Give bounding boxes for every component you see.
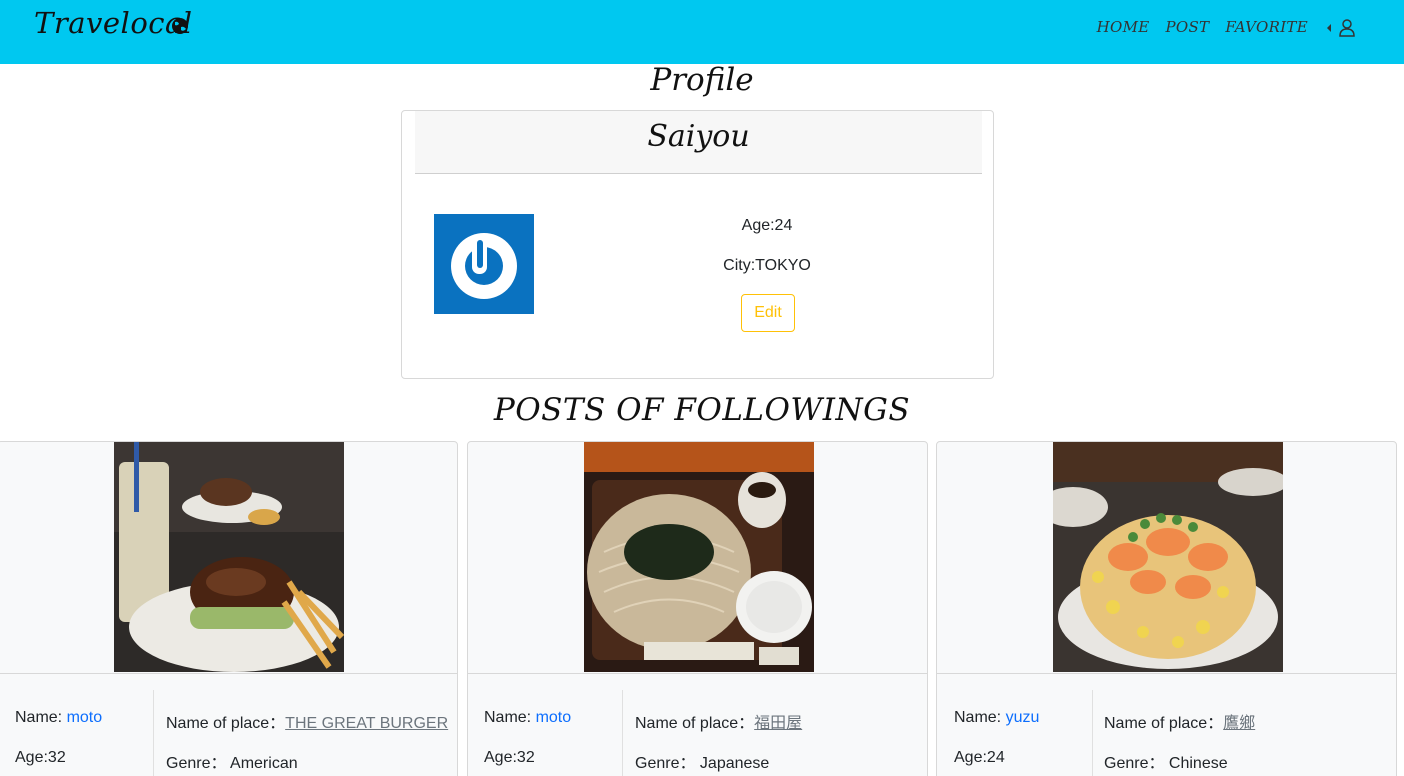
- section-title: POSTS OF FOLLOWINGS: [493, 392, 911, 428]
- post-place-label: Name of place：: [1104, 715, 1224, 732]
- burger-photo[interactable]: [114, 442, 344, 672]
- post-name-label: Name:: [484, 709, 536, 726]
- post-user: Name: moto: [15, 709, 102, 727]
- profile-info: Age:24 City:TOKYO: [667, 216, 867, 296]
- navbar: Travelocal HOME POST FAVORITE: [0, 0, 1404, 64]
- post-column-separator: [622, 690, 623, 776]
- post-column-separator: [153, 690, 154, 776]
- post-age: Age:32: [15, 749, 66, 766]
- profile-card: Saiyou Age:24 City:TOKYO Edit: [401, 110, 994, 379]
- post-genre: Genre： Chinese: [1104, 755, 1228, 772]
- post-place: Name of place：THE GREAT BURGER: [166, 709, 448, 733]
- post-place-link[interactable]: 鷹鄉: [1223, 715, 1255, 732]
- post-user: Name: moto: [484, 709, 571, 727]
- post-genre: Genre： American: [166, 755, 298, 772]
- nav-post-link[interactable]: POST: [1165, 18, 1209, 36]
- post-age: Age:24: [954, 749, 1005, 766]
- post-user-link[interactable]: yuzu: [1006, 709, 1040, 726]
- globe-icon: [172, 18, 188, 34]
- profile-city: City:TOKYO: [723, 257, 811, 274]
- post-place: Name of place：福田屋: [635, 709, 802, 733]
- post-name-label: Name:: [954, 709, 1006, 726]
- profile-header: Saiyou: [415, 111, 982, 174]
- post-place-label: Name of place：: [635, 715, 755, 732]
- profile-name: Saiyou: [647, 119, 750, 154]
- edit-profile-button[interactable]: Edit: [741, 294, 795, 332]
- post-place-label: Name of place：: [166, 715, 286, 732]
- page-title: Profile: [650, 62, 754, 98]
- post-card: Name: moto Age:32 Name of place：THE GREA…: [0, 441, 458, 776]
- nav-home-link[interactable]: HOME: [1097, 18, 1150, 36]
- post-age: Age:32: [484, 749, 535, 766]
- post-name-label: Name:: [15, 709, 67, 726]
- post-divider: [937, 673, 1396, 674]
- post-user: Name: yuzu: [954, 709, 1039, 727]
- post-place: Name of place：鷹鄉: [1104, 709, 1255, 733]
- post-card: Name: moto Age:32 Name of place：福田屋 Genr…: [467, 441, 928, 776]
- profile-age: Age:24: [741, 217, 793, 234]
- user-icon[interactable]: [1338, 18, 1356, 38]
- avatar: [434, 214, 534, 314]
- nav-favorite-link[interactable]: FAVORITE: [1225, 18, 1308, 36]
- post-place-link[interactable]: THE GREAT BURGER: [285, 715, 448, 732]
- nav-links: HOME POST FAVORITE: [1097, 18, 1308, 36]
- soba-photo[interactable]: [584, 442, 814, 672]
- post-divider: [0, 673, 457, 674]
- shrimp-fried-rice-photo[interactable]: [1053, 442, 1283, 672]
- post-genre: Genre： Japanese: [635, 755, 770, 772]
- post-place-link[interactable]: 福田屋: [754, 715, 802, 732]
- post-divider: [468, 673, 927, 674]
- post-card: Name: yuzu Age:24 Name of place：鷹鄉 Genre…: [936, 441, 1397, 776]
- caret-left-icon[interactable]: [1325, 23, 1333, 33]
- post-user-link[interactable]: moto: [536, 709, 572, 726]
- brand-logo[interactable]: Travelocal: [34, 6, 193, 40]
- post-column-separator: [1092, 690, 1093, 776]
- post-user-link[interactable]: moto: [67, 709, 103, 726]
